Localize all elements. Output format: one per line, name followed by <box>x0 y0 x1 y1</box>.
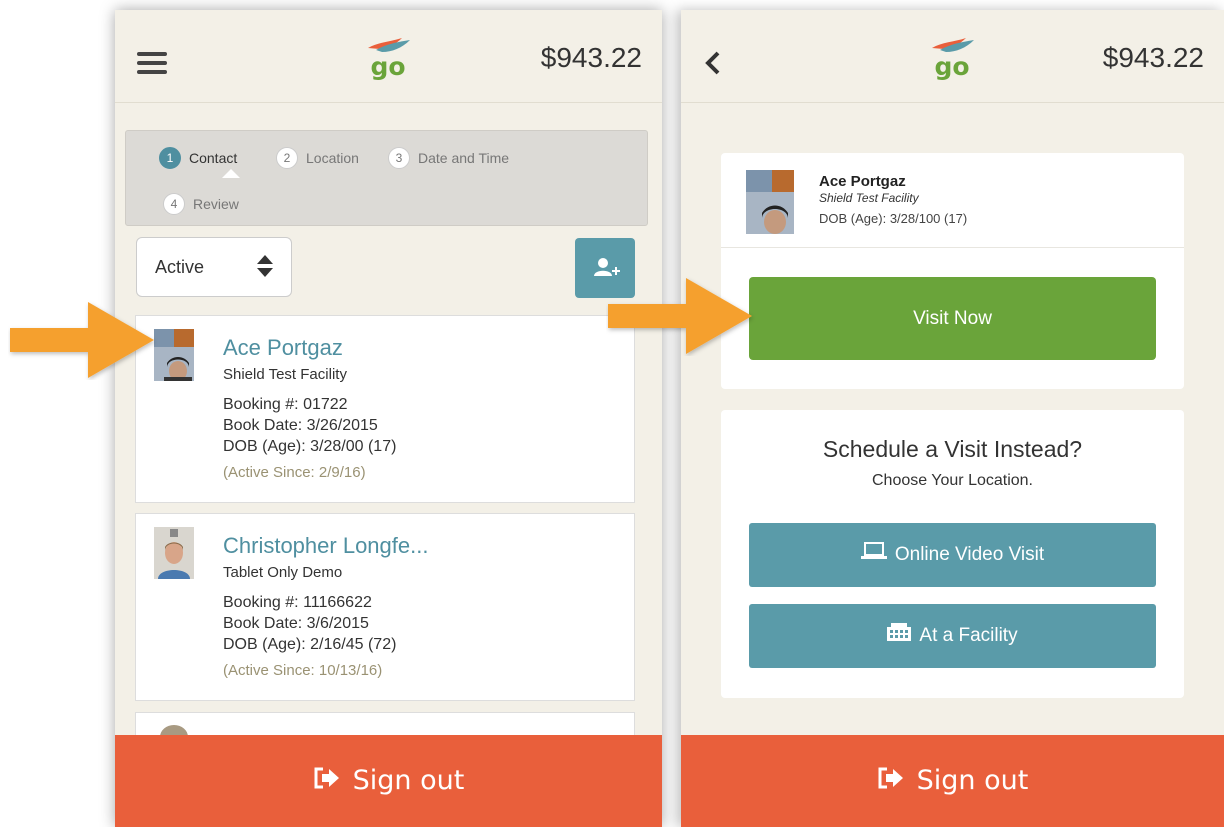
sign-out-content: Sign out <box>115 765 662 797</box>
dob-value: 2/16/45 (72) <box>310 636 397 653</box>
hamburger-icon[interactable] <box>137 52 167 74</box>
dob-label: DOB (Age): <box>223 438 306 455</box>
top-bar: go $943.22 <box>681 10 1224 103</box>
logo-text: go <box>370 52 406 81</box>
contact-list-screen: go $943.22 1 Contact 2 Location 3 Date a… <box>115 10 662 827</box>
laptop-icon <box>860 523 887 587</box>
step-label: Location <box>306 150 359 166</box>
filter-selected-value: Active <box>155 257 205 277</box>
profile-name: Ace Portgaz <box>819 173 906 190</box>
building-icon <box>887 604 912 668</box>
step-location[interactable]: 2 Location <box>276 147 359 169</box>
step-number: 2 <box>276 147 298 169</box>
online-video-visit-label: Online Video Visit <box>894 544 1045 566</box>
sign-out-label: Sign out <box>916 765 1029 796</box>
at-facility-button[interactable]: At a Facility <box>749 604 1156 668</box>
contact-name[interactable]: Ace Portgaz <box>223 335 343 361</box>
dob-label: DOB (Age): <box>223 636 306 653</box>
step-label: Review <box>193 196 239 212</box>
step-number: 3 <box>388 147 410 169</box>
step-review[interactable]: 4 Review <box>163 193 239 215</box>
active-since: (Active Since: 10/13/16) <box>223 662 383 679</box>
visit-now-button[interactable]: Visit Now <box>749 277 1156 360</box>
dob-row: DOB (Age): 2/16/45 (72) <box>223 636 396 654</box>
dob-row: DOB (Age): 3/28/00 (17) <box>223 438 396 456</box>
profile-dob: DOB (Age): 3/28/100 (17) <box>819 211 967 226</box>
sign-out-button[interactable]: Sign out <box>115 735 662 827</box>
booking-label: Booking #: <box>223 594 299 611</box>
balance-amount: $943.22 <box>540 42 642 73</box>
profile-card: Ace Portgaz Shield Test Facility DOB (Ag… <box>721 153 1184 389</box>
active-step-caret <box>222 169 240 178</box>
sign-out-icon <box>877 766 905 797</box>
booking-number-row: Booking #: 01722 <box>223 396 348 414</box>
book-date-value: 3/26/2015 <box>306 417 378 434</box>
booking-stepper: 1 Contact 2 Location 3 Date and Time 4 R… <box>125 130 648 226</box>
dob-label: DOB (Age): <box>819 211 887 226</box>
sign-out-button[interactable]: Sign out <box>681 735 1224 827</box>
step-number: 4 <box>163 193 185 215</box>
book-date-label: Book Date: <box>223 417 303 434</box>
step-label: Contact <box>189 150 238 166</box>
profile-avatar <box>746 170 794 234</box>
top-bar: go $943.22 <box>115 10 662 103</box>
contact-card[interactable]: Ace Portgaz Shield Test Facility Booking… <box>135 315 635 503</box>
book-date-row: Book Date: 3/26/2015 <box>223 417 378 435</box>
active-since: (Active Since: 2/9/16) <box>223 464 366 481</box>
profile-facility: Shield Test Facility <box>819 191 919 205</box>
schedule-subtitle: Choose Your Location. <box>871 472 1033 489</box>
contact-avatar <box>154 329 194 381</box>
book-date-value: 3/6/2015 <box>306 615 369 632</box>
step-label: Date and Time <box>418 150 510 166</box>
dob-value: 3/28/100 (17) <box>889 211 968 226</box>
sign-out-label: Sign out <box>352 765 465 796</box>
online-video-visit-button[interactable]: Online Video Visit <box>749 523 1156 587</box>
dob-value: 3/28/00 (17) <box>310 438 397 455</box>
chevron-left-icon[interactable] <box>703 48 733 78</box>
annotation-arrow-icon <box>608 278 752 354</box>
book-date-row: Book Date: 3/6/2015 <box>223 615 369 633</box>
select-arrows-icon <box>257 255 273 281</box>
app-logo: go <box>922 36 982 88</box>
booking-number-row: Booking #: 11166622 <box>223 594 372 612</box>
at-facility-label: At a Facility <box>919 625 1018 647</box>
schedule-card: Schedule a Visit Instead? Choose Your Lo… <box>721 410 1184 698</box>
logo-text: go <box>934 52 970 81</box>
visit-options-screen: go $943.22 Ace Portgaz Shield Test Facil… <box>681 10 1224 827</box>
divider <box>721 247 1184 248</box>
step-number: 1 <box>159 147 181 169</box>
schedule-title: Schedule a Visit Instead? <box>822 436 1083 462</box>
contact-name[interactable]: Christopher Longfe... <box>223 533 428 559</box>
contact-facility: Tablet Only Demo <box>223 564 343 581</box>
step-date-time[interactable]: 3 Date and Time <box>388 147 509 169</box>
book-date-label: Book Date: <box>223 615 303 632</box>
contact-card[interactable]: Christopher Longfe... Tablet Only Demo B… <box>135 513 635 701</box>
annotation-arrow-icon <box>10 302 154 378</box>
app-logo: go <box>358 36 418 88</box>
step-contact[interactable]: 1 Contact <box>159 147 237 169</box>
contact-avatar <box>154 527 194 579</box>
booking-value: 01722 <box>303 396 348 413</box>
status-filter-select[interactable]: Active <box>136 237 292 297</box>
sign-out-content: Sign out <box>681 765 1224 797</box>
booking-value: 11166622 <box>303 594 372 611</box>
contact-facility: Shield Test Facility <box>223 366 347 383</box>
balance-amount: $943.22 <box>1102 42 1204 73</box>
sign-out-icon <box>313 766 341 797</box>
booking-label: Booking #: <box>223 396 299 413</box>
